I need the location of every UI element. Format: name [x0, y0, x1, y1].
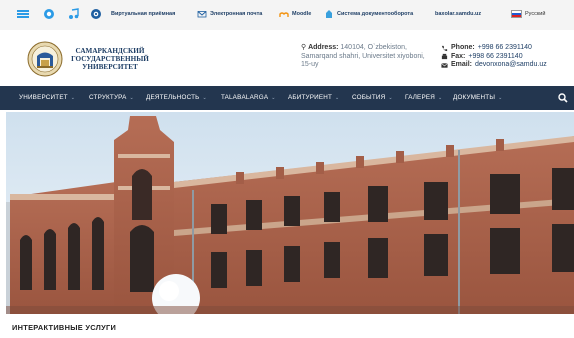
- phone-row: Phone: +998 66 2391140: [441, 44, 547, 53]
- chevron-down-icon: ⌄: [388, 94, 393, 101]
- chevron-down-icon: ⌄: [438, 94, 443, 101]
- chevron-down-icon: ⌄: [202, 94, 207, 101]
- nav-item-structure[interactable]: СТРУКТУРА ⌄: [89, 94, 134, 101]
- moodle-icon: [279, 12, 289, 17]
- location-pin-icon: ⚲: [301, 44, 307, 51]
- chevron-down-icon: ⌄: [335, 94, 340, 101]
- menu-icon[interactable]: [17, 8, 29, 20]
- document-flow-icon: [326, 10, 332, 18]
- main-nav: УНИВЕРСИТЕТ ⌄ СТРУКТУРА ⌄ ДЕЯТЕЛЬНОСТЬ ⌄ TA…: [0, 86, 574, 110]
- nav-item-talabalarga[interactable]: TALABALARGA ⌄: [221, 94, 276, 101]
- moodle-link[interactable]: Moodle: [279, 9, 311, 19]
- globe-icon[interactable]: [43, 8, 55, 20]
- nav-item-applicant[interactable]: АБИТУРИЕНТ ⌄: [288, 94, 339, 101]
- university-building-photo: [6, 112, 574, 314]
- music-icon[interactable]: [68, 8, 80, 20]
- top-bar: Виртуальная приёмная Электронная почта M…: [0, 0, 574, 31]
- fax-row: Fax: +998 66 2391140: [441, 53, 547, 62]
- russian-flag-icon: [511, 10, 522, 18]
- chevron-down-icon: ⌄: [70, 94, 76, 101]
- envelope-icon: [441, 62, 448, 68]
- chevron-down-icon: ⌄: [271, 94, 276, 101]
- mail-icon: [197, 11, 207, 18]
- email-row: Email: devonxona@samdu.uz: [441, 61, 547, 70]
- eye-icon[interactable]: [90, 8, 102, 20]
- phone-icon: [441, 45, 448, 51]
- fax-icon: [441, 54, 448, 60]
- baxolar-link[interactable]: baxolar.samdu.uz: [435, 9, 481, 19]
- chevron-down-icon: ⌄: [498, 94, 503, 101]
- contacts-block: Phone: +998 66 2391140 Fax: +998 66 2391…: [441, 44, 547, 70]
- nav-item-documents[interactable]: ДОКУМЕНТЫ ⌄: [453, 94, 503, 101]
- university-logo[interactable]: [27, 41, 63, 77]
- university-name: САМАРКАНДСКИЙ ГОСУДАРСТВЕННЫЙ УНИВЕРСИТЕ…: [71, 47, 149, 71]
- nav-item-activity[interactable]: ДЕЯТЕЛЬНОСТЬ ⌄: [146, 94, 207, 101]
- hero-slider-image[interactable]: [6, 112, 574, 314]
- nav-item-events[interactable]: СОБЫТИЯ ⌄: [352, 94, 393, 101]
- search-icon[interactable]: [558, 93, 568, 103]
- nav-item-university[interactable]: УНИВЕРСИТЕТ ⌄: [19, 94, 75, 101]
- document-flow-link[interactable]: Система документооборота: [324, 9, 413, 19]
- email-link[interactable]: Электронная почта: [197, 9, 262, 19]
- chevron-down-icon: ⌄: [129, 94, 134, 101]
- language-selector[interactable]: Русский: [511, 10, 545, 18]
- site-header: САМАРКАНДСКИЙ ГОСУДАРСТВЕННЫЙ УНИВЕРСИТЕ…: [0, 30, 574, 86]
- nav-item-gallery[interactable]: ГАЛЕРЕЯ ⌄: [405, 94, 442, 101]
- section-title: ИНТЕРАКТИВНЫЕ УСЛУГИ: [12, 323, 117, 332]
- address-block: ⚲ Address: 140104, O`zbekiston, Samarqan…: [301, 44, 425, 68]
- virtual-reception-link[interactable]: Виртуальная приёмная: [111, 9, 175, 19]
